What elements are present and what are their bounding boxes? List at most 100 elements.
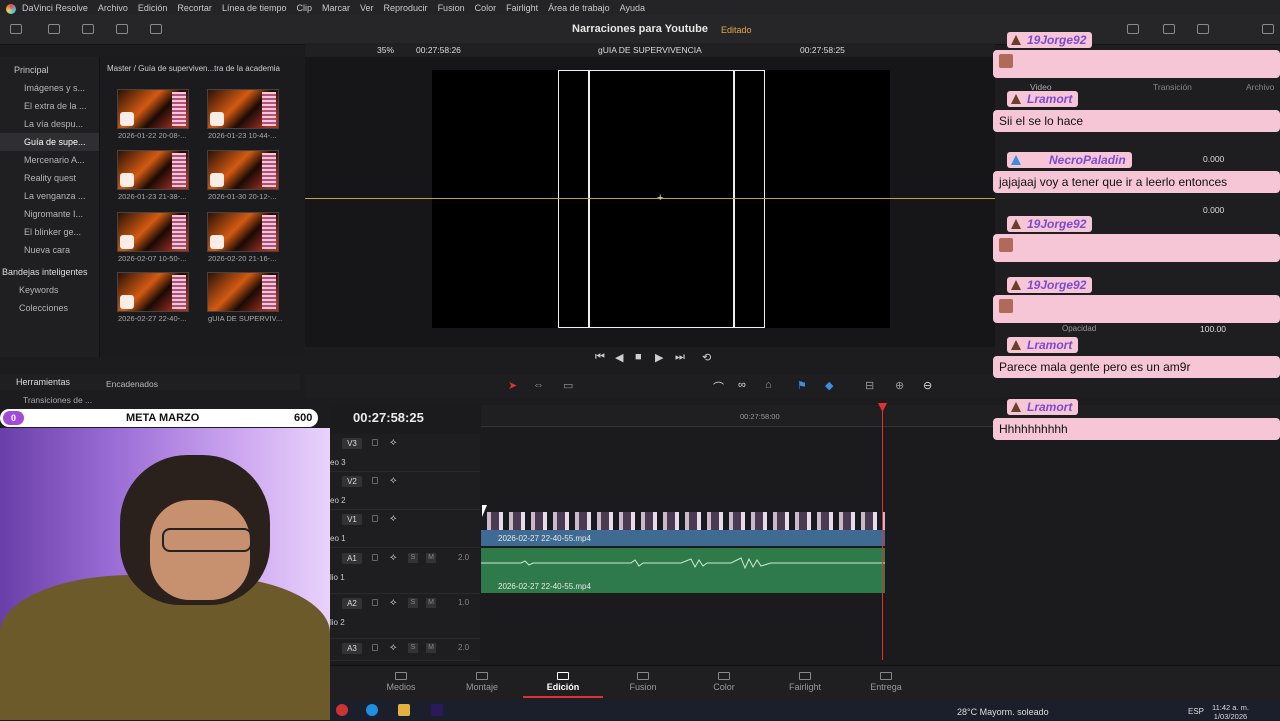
skip-end-icon[interactable]: ⏭: [675, 351, 685, 364]
lock-icon[interactable]: [372, 439, 378, 446]
page-deliver[interactable]: Entrega: [856, 672, 916, 692]
inspector-tab-file[interactable]: Archivo: [1246, 82, 1274, 92]
effects-icon[interactable]: [48, 24, 60, 34]
trim-tool-icon[interactable]: ⇔: [533, 379, 544, 391]
page-fusion[interactable]: Fusion: [613, 672, 673, 692]
bin-item[interactable]: Imágenes y s...: [0, 79, 99, 97]
language-indicator[interactable]: ESP: [1188, 707, 1204, 716]
timeline-thumbnail[interactable]: [207, 272, 279, 312]
inspector-value[interactable]: 0.000: [1203, 154, 1224, 164]
track-name[interactable]: V1: [342, 514, 362, 525]
loop-icon[interactable]: ⟲: [702, 351, 711, 364]
bin-item[interactable]: La vía despu...: [0, 115, 99, 133]
track-name[interactable]: V3: [342, 438, 362, 449]
mute-button[interactable]: M: [426, 598, 436, 608]
snap-icon[interactable]: ⌒: [713, 379, 724, 395]
mixer-icon[interactable]: [1127, 24, 1139, 34]
clock[interactable]: 11:42 a. m. 1/03/2026: [1212, 703, 1249, 721]
skip-start-icon[interactable]: ⏮: [595, 351, 605, 364]
playhead[interactable]: [882, 405, 883, 660]
media-pool-icon[interactable]: [10, 24, 22, 34]
page-color[interactable]: Color: [694, 672, 754, 692]
clip-thumbnail[interactable]: [117, 272, 189, 312]
page-fairlight[interactable]: Fairlight: [775, 672, 835, 692]
lock-icon[interactable]: [372, 477, 378, 484]
zoom-detail-icon[interactable]: ⊕: [895, 379, 904, 392]
smart-bin-collections[interactable]: Colecciones: [0, 299, 99, 317]
track-name[interactable]: A1: [342, 553, 362, 564]
page-media[interactable]: Medios: [371, 672, 431, 692]
menu-edicion[interactable]: Edición: [133, 3, 173, 13]
menu-fusion[interactable]: Fusion: [433, 3, 470, 13]
video-clip[interactable]: 2026-02-27 22-40-55.mp4: [481, 530, 885, 546]
premiere-icon[interactable]: [431, 704, 443, 716]
selection-tool-icon[interactable]: ➤: [508, 379, 517, 392]
menu-clip[interactable]: Clip: [291, 3, 317, 13]
auto-select-icon[interactable]: ⟡: [390, 513, 397, 524]
video-clip-thumbnails[interactable]: [481, 512, 885, 530]
edit-index-icon[interactable]: [82, 24, 94, 34]
auto-select-icon[interactable]: ⟡: [390, 552, 397, 563]
sound-library-icon[interactable]: [116, 24, 128, 34]
tool-item[interactable]: Transiciones de ...: [23, 395, 92, 405]
bin-item[interactable]: El extra de la ...: [0, 97, 99, 115]
lock-icon[interactable]: [372, 644, 378, 651]
page-edit[interactable]: Edición: [533, 672, 593, 692]
clip-thumbnail[interactable]: [207, 212, 279, 252]
link-icon[interactable]: ∞: [738, 379, 746, 391]
record-icon[interactable]: [336, 704, 348, 716]
menu-ver[interactable]: Ver: [355, 3, 379, 13]
auto-select-icon[interactable]: ⟡: [390, 437, 397, 448]
clip-thumbnail[interactable]: [117, 212, 189, 252]
solo-button[interactable]: S: [408, 553, 418, 563]
bin-item[interactable]: Reality quest: [0, 169, 99, 187]
settings-icon[interactable]: [1262, 24, 1274, 34]
clip-thumbnail[interactable]: [117, 89, 189, 129]
menu-marcar[interactable]: Marcar: [317, 3, 355, 13]
menu-reproducir[interactable]: Reproducir: [379, 3, 433, 13]
track-name[interactable]: V2: [342, 476, 362, 487]
auto-select-icon[interactable]: ⟡: [390, 475, 397, 486]
mute-button[interactable]: M: [426, 643, 436, 653]
bin-item[interactable]: Nigromante I...: [0, 205, 99, 223]
bin-item[interactable]: El blinker ge...: [0, 223, 99, 241]
zoom-custom-icon[interactable]: ⊖: [923, 379, 932, 392]
clip-thumbnail[interactable]: [207, 89, 279, 129]
solo-button[interactable]: S: [408, 598, 418, 608]
clip-thumbnail[interactable]: [207, 150, 279, 190]
inspector-opacity-value[interactable]: 100.00: [1200, 324, 1226, 334]
folder-icon[interactable]: [398, 704, 410, 716]
clip-thumbnail[interactable]: [117, 150, 189, 190]
lock-icon[interactable]: [372, 599, 378, 606]
bin-item[interactable]: La venganza ...: [0, 187, 99, 205]
solo-button[interactable]: S: [408, 643, 418, 653]
stop-icon[interactable]: ■: [635, 351, 642, 363]
auto-select-icon[interactable]: ⟡: [390, 642, 397, 653]
viewer-clip-name[interactable]: gUIA DE SUPERVIVENCIA: [598, 45, 702, 55]
bin-item[interactable]: Mercenario A...: [0, 151, 99, 169]
weather-widget[interactable]: 28°C Mayorm. soleado: [957, 707, 1049, 717]
play-reverse-icon[interactable]: ◀: [615, 351, 623, 364]
track-name[interactable]: A3: [342, 643, 362, 654]
mute-button[interactable]: M: [426, 553, 436, 563]
bin-item-selected[interactable]: Guía de supe...: [0, 133, 99, 151]
inspector-value[interactable]: 0.000: [1203, 205, 1224, 215]
menu-fairlight[interactable]: Fairlight: [501, 3, 543, 13]
bin-item[interactable]: Nueva cara: [0, 241, 99, 259]
tools-title[interactable]: Herramientas: [16, 377, 70, 387]
bin-root[interactable]: Principal: [0, 61, 99, 79]
menu-color[interactable]: Color: [470, 3, 502, 13]
menu-linea-de-tiempo[interactable]: Línea de tiempo: [217, 3, 292, 13]
menu-ayuda[interactable]: Ayuda: [615, 3, 650, 13]
auto-select-icon[interactable]: ⟡: [390, 597, 397, 608]
lock-icon[interactable]: [372, 554, 378, 561]
edge-icon[interactable]: [366, 704, 378, 716]
metadata-icon[interactable]: [150, 24, 162, 34]
lock-icon[interactable]: ⌂: [765, 379, 772, 391]
blade-tool-icon[interactable]: ▭: [563, 379, 573, 392]
smart-bin-keywords[interactable]: Keywords: [0, 281, 99, 299]
marker-icon[interactable]: ◆: [825, 379, 833, 392]
flag-icon[interactable]: ⚑: [797, 379, 807, 392]
lock-icon[interactable]: [372, 515, 378, 522]
track-name[interactable]: A2: [342, 598, 362, 609]
